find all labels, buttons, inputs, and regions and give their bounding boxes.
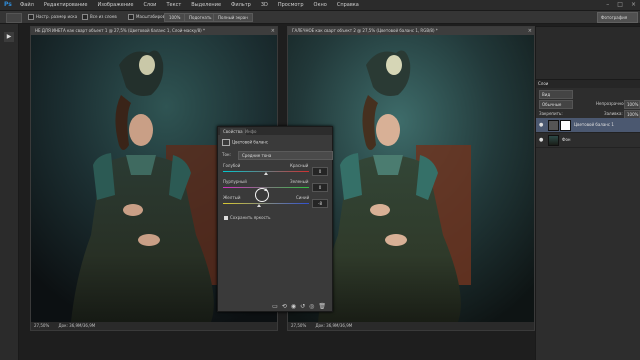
tab-info[interactable]: Инфо [242, 128, 259, 135]
sample-size-label: Настр. размер иска [36, 14, 78, 19]
document-size: Док: 36,9М/36,9М [58, 323, 96, 328]
magenta-green-value[interactable]: 0 [312, 183, 328, 192]
tab-layers[interactable]: Слои [538, 80, 548, 88]
menu-item[interactable]: Фильтр [231, 2, 251, 8]
blend-mode-select[interactable]: Обычные [539, 100, 573, 109]
menu-items: Файл Редактирование Изображение Слои Текст Вы… [20, 2, 359, 8]
sample-size-checkbox[interactable] [28, 14, 34, 20]
document-tab-title: ГАЛЕЧНОЕ как сварт объект 2 @ 27,5% (Цве… [292, 28, 438, 33]
document-tab-title: НЕ ДЛЯ ИНЕТА как сварт объект 1 @ 27,5% … [35, 28, 206, 33]
document-size: Док: 36,9М/36,9М [315, 323, 353, 328]
zoom-level[interactable]: 27,50% [291, 323, 306, 328]
slider-right-label: Красный [290, 163, 309, 168]
layers-panel: Слои Вид Обычные Непрозрачность: 100% За… [535, 80, 640, 360]
eye-icon[interactable]: ● [539, 122, 543, 128]
layers-tab-bar: Слои [536, 80, 640, 88]
menu-item[interactable]: Окно [314, 2, 327, 8]
zoom-100-button[interactable]: 100% [164, 13, 186, 22]
menu-item[interactable]: Текст [166, 2, 181, 8]
menu-item[interactable]: Файл [20, 2, 34, 8]
all-layers-option[interactable]: Все из слоев [82, 14, 117, 20]
properties-bottom-bar: ▭ ⟲ ◉ ↺ ◎ 🗑 [218, 301, 332, 311]
preserve-label: Сохранить яркость [230, 215, 271, 220]
toggle-icon[interactable]: ◎ [309, 303, 314, 310]
preserve-luminosity[interactable]: Сохранить яркость [224, 215, 270, 220]
reset-icon[interactable]: ↺ [300, 303, 305, 310]
slider-right-label: Зеленый [290, 179, 309, 184]
slider-left-label: Пурпурный [223, 179, 247, 184]
color-balance-icon [222, 139, 230, 146]
yellow-blue-thumb[interactable] [257, 204, 262, 207]
zoom-level[interactable]: 27,50% [34, 323, 49, 328]
window-controls: – □ × [606, 1, 636, 8]
menu-item[interactable]: Изображение [97, 2, 133, 8]
status-bar-right: 27,50% Док: 36,9М/36,9М [288, 322, 534, 330]
toolbox: ▶ [0, 24, 19, 360]
preserve-checkbox[interactable] [224, 216, 228, 220]
menu-item[interactable]: Слои [143, 2, 156, 8]
trash-icon[interactable]: 🗑 [318, 303, 326, 310]
background-thumb [548, 135, 559, 146]
photoshop-logo: Ps [4, 1, 12, 8]
menu-bar: Ps Файл Редактирование Изображение Слои Текс… [0, 0, 640, 11]
cyan-red-value[interactable]: 0 [312, 167, 328, 176]
document-tab-left[interactable]: НЕ ДЛЯ ИНЕТА как сварт объект 1 @ 27,5% … [31, 27, 277, 35]
collapsed-panels [535, 26, 640, 80]
close-icon[interactable]: × [271, 27, 275, 35]
layer-name[interactable]: Фон [562, 137, 571, 142]
tone-label: Тон: [222, 152, 231, 157]
yellow-blue-value[interactable]: -8 [312, 199, 328, 208]
adjustment-title-text: Цветовой баланс [232, 139, 269, 145]
slider-right-label: Синий [296, 195, 310, 200]
layer-name[interactable]: Цветовой баланс 1 [574, 122, 614, 127]
sample-size-option[interactable]: Настр. размер иска [28, 14, 77, 20]
slider-left-label: Желтый [223, 195, 241, 200]
eye-icon[interactable]: ● [539, 137, 543, 143]
opacity-value[interactable]: 100% [624, 100, 640, 109]
menu-item[interactable]: Выделение [191, 2, 221, 8]
view-previous-icon[interactable]: ⟲ [282, 303, 287, 310]
close-icon[interactable]: × [631, 1, 636, 8]
adjustment-title: Цветовой баланс [222, 139, 268, 146]
properties-tabs: Свойства Инфо [218, 127, 332, 135]
adjustment-thumb [548, 120, 559, 131]
layer-row-background[interactable]: ● Фон [536, 133, 640, 148]
cursor-ring [255, 188, 269, 202]
mask-thumb[interactable] [560, 120, 571, 131]
properties-panel: Свойства Инфо Цветовой баланс Тон: Средн… [217, 126, 333, 312]
full-screen-button[interactable]: Полный экран [213, 13, 253, 22]
fit-screen-button[interactable]: Подогнать [184, 13, 217, 22]
visibility-icon[interactable]: ◉ [291, 303, 296, 310]
play-icon[interactable]: ▶ [4, 32, 14, 42]
current-tool-preset[interactable] [6, 13, 22, 23]
layer-row-color-balance[interactable]: ● Цветовой баланс 1 [536, 118, 640, 133]
menu-item[interactable]: Редактирование [44, 2, 88, 8]
tone-select[interactable]: Средние тона [238, 151, 333, 160]
menu-item[interactable]: Просмотр [278, 2, 304, 8]
clip-layer-icon[interactable]: ▭ [272, 303, 278, 310]
cyan-red-thumb[interactable] [264, 172, 268, 175]
yellow-blue-slider[interactable] [223, 203, 309, 204]
workspace-select[interactable]: Фотография [597, 12, 638, 23]
all-layers-label: Все из слоев [90, 14, 117, 19]
status-bar-left: 27,50% Док: 36,9М/36,9М [31, 322, 277, 330]
menu-item[interactable]: 3D [261, 2, 268, 8]
layer-kind-filter[interactable]: Вид [539, 90, 573, 99]
maximize-icon[interactable]: □ [617, 1, 623, 8]
auto-enhance-checkbox[interactable] [128, 14, 134, 20]
menu-item[interactable]: Справка [337, 2, 359, 8]
all-layers-checkbox[interactable] [82, 14, 88, 20]
close-icon[interactable]: × [528, 27, 532, 35]
options-bar: Настр. размер иска Все из слоев Масштаби… [0, 11, 640, 24]
slider-left-label: Голубой [223, 163, 241, 168]
document-tab-right[interactable]: ГАЛЕЧНОЕ как сварт объект 2 @ 27,5% (Цве… [288, 27, 534, 35]
minimize-icon[interactable]: – [606, 1, 609, 8]
